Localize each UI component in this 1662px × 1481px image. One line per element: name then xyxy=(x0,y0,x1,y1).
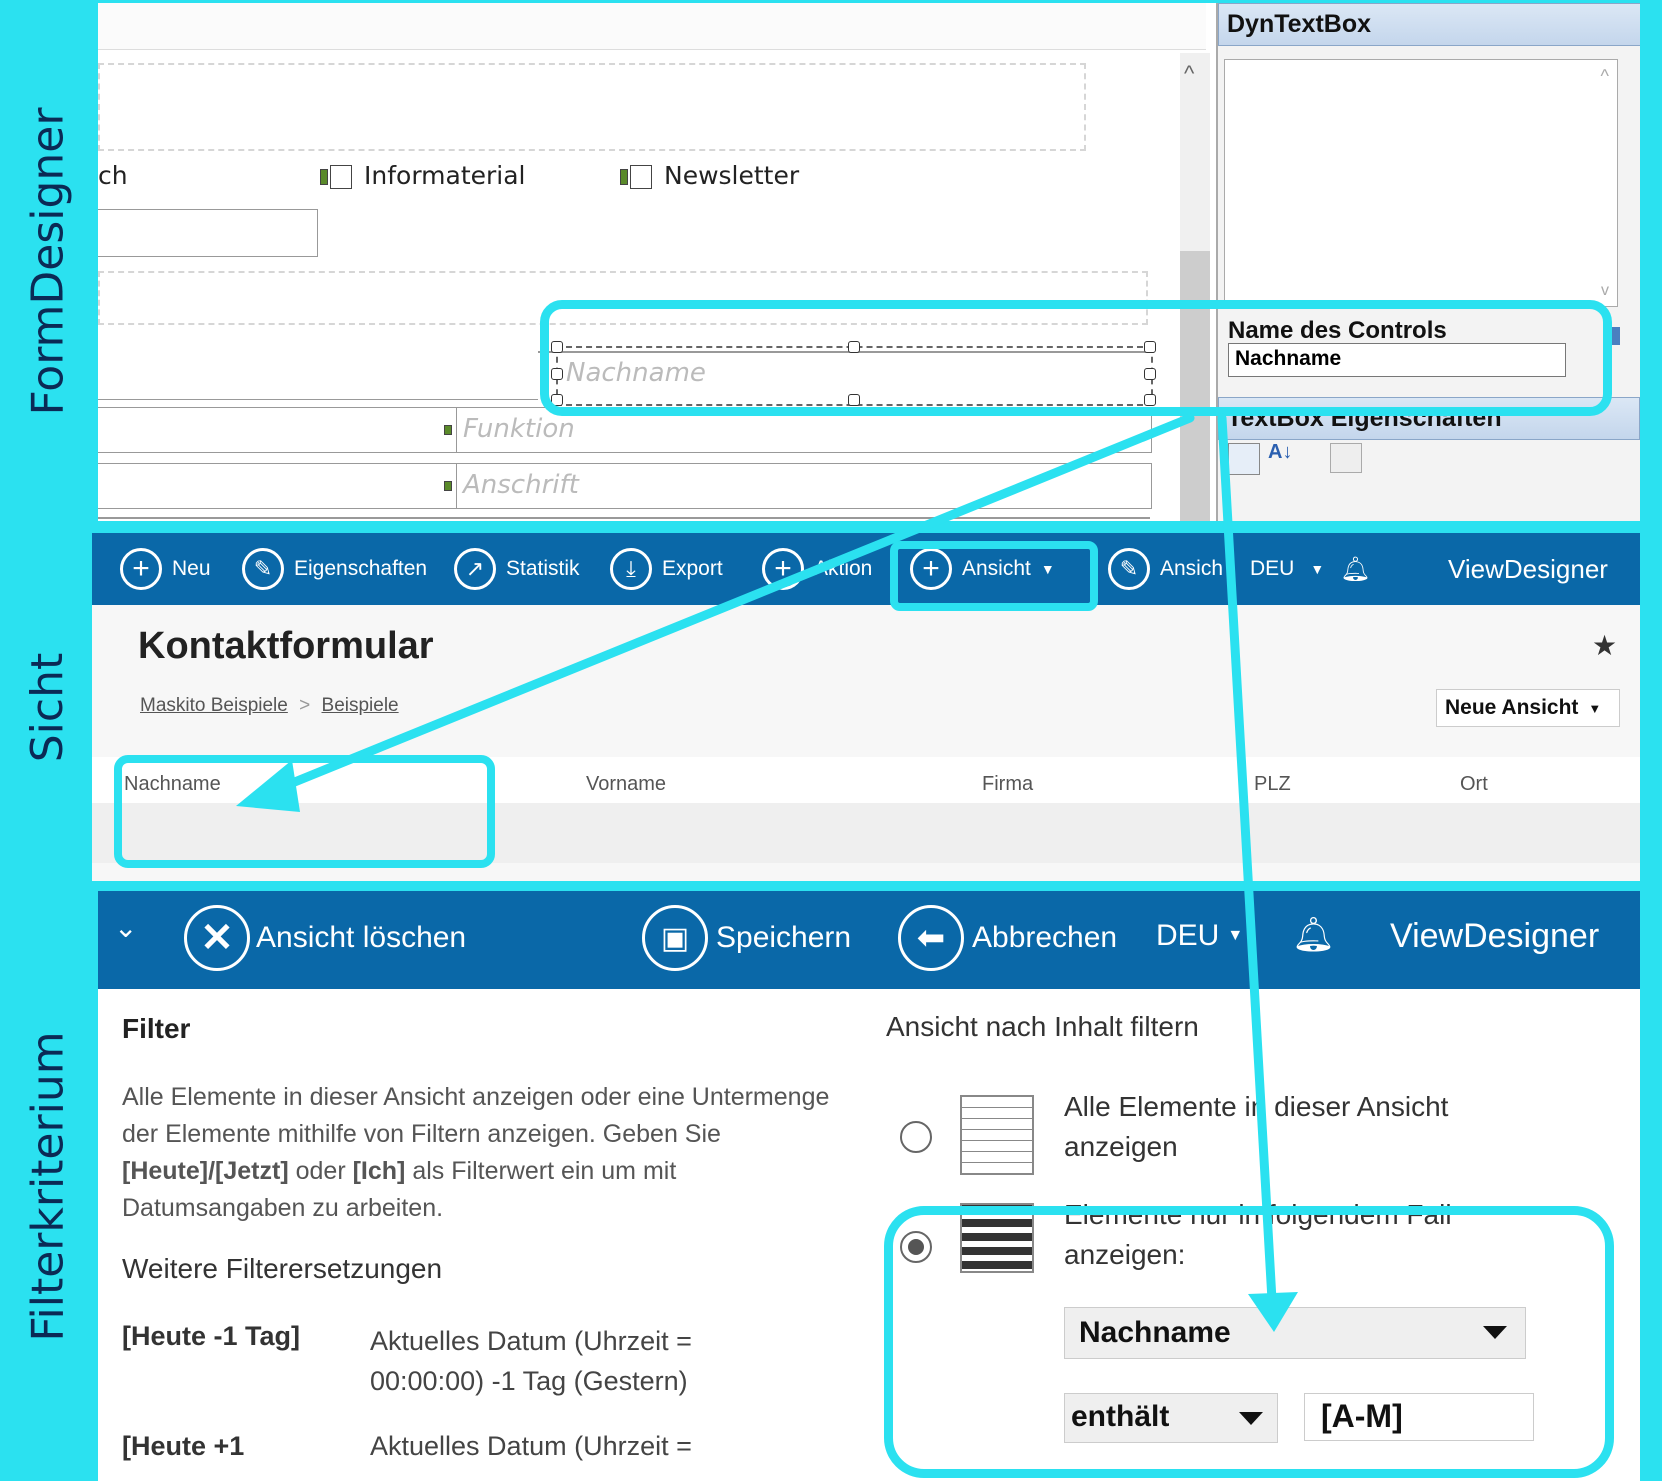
arrow-line-formdesigner-to-filter xyxy=(1217,413,1277,1305)
arrowhead-icon xyxy=(236,760,300,812)
arrowhead-icon xyxy=(1248,1292,1298,1332)
arrow-line-formdesigner-to-column xyxy=(270,413,1195,795)
annotation-arrows xyxy=(236,413,1298,1332)
